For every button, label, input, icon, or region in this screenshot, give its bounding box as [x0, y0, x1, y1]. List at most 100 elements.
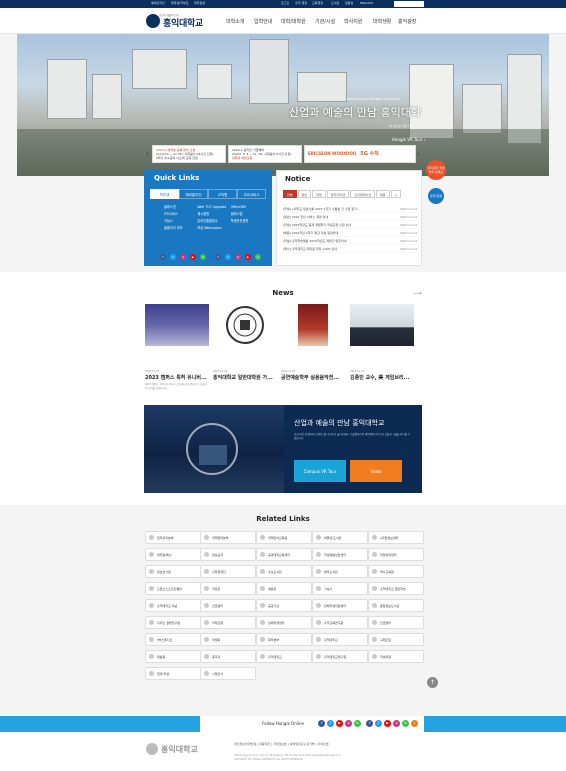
- notice-banner[interactable]: ERICSSON WOOXOOO 5G 수칙: [304, 145, 416, 163]
- topbar-link[interactable]: ENGLISH: [360, 1, 373, 5]
- notice-banner[interactable]: 2023-2 온라인 기업체와 (2023. 9. 4 ~ 11. 30. 사회…: [228, 145, 302, 163]
- quick-link[interactable]: ITS서비스: [164, 211, 197, 218]
- topbar-search-input[interactable]: [394, 1, 424, 7]
- scroll-to-top-icon[interactable]: ↑: [427, 677, 438, 688]
- related-link-button[interactable]: 대학원/특수: [145, 548, 201, 561]
- related-link-button[interactable]: 장애학생센터: [256, 616, 312, 629]
- related-link-button[interactable]: 홍익대학교 열린학습: [368, 582, 424, 595]
- related-link-button[interactable]: 홍익대학교: [256, 650, 312, 663]
- twitter-icon[interactable]: t: [225, 254, 231, 260]
- related-link-button[interactable]: 홍익대학교 이념: [145, 599, 201, 612]
- related-link-button[interactable]: 정보전산원: [145, 565, 201, 578]
- topbar-link[interactable]: 재학생/학부모: [171, 1, 189, 5]
- related-link-button[interactable]: 학업성취센터: [368, 548, 424, 561]
- news-card[interactable]: 2023.11.27 2023 캠퍼스 특허 유니버... 2023 캠퍼스 특…: [145, 304, 209, 391]
- topbar-link[interactable]: 홍익 계정: [295, 1, 307, 5]
- quick-link[interactable]: 홈페이지 공모: [164, 225, 197, 232]
- video-button[interactable]: Video: [350, 460, 402, 482]
- nav-about[interactable]: 대학소개: [226, 18, 244, 25]
- related-link-button[interactable]: 홍익대학교연구원: [312, 650, 368, 663]
- quick-link[interactable]: 캠퍼스맵: [231, 211, 264, 218]
- related-link-button[interactable]: 홍보도서관: [256, 565, 312, 578]
- news-more-icon[interactable]: ⟶: [413, 290, 422, 297]
- blog-icon[interactable]: b: [354, 720, 361, 727]
- survey-side-button[interactable]: 우리대학 학생들의 만족도: [426, 160, 446, 180]
- related-link-button[interactable]: 인권센터: [200, 599, 256, 612]
- footer-links[interactable]: 개인정보처리방침 | 이용약관 | 저작권보호 | 이메일무단수집거부 | 사이…: [234, 742, 328, 746]
- nav-facilities[interactable]: 기관/시설: [315, 18, 335, 25]
- youtube-icon[interactable]: ▶: [384, 720, 391, 727]
- notice-item[interactable]: [행사] 홍익대학교 대학원 학위 수여식 안내 2023.11.24: [283, 245, 417, 253]
- topbar-link[interactable]: 예비홍익인: [151, 1, 165, 5]
- related-link-button[interactable]: 산학협력단: [200, 565, 256, 578]
- quick-link[interactable]: Office365: [231, 204, 264, 211]
- quick-link[interactable]: [231, 225, 264, 232]
- related-link-button[interactable]: 학생생활상담센터: [312, 548, 368, 561]
- twitter-icon[interactable]: t: [375, 720, 382, 727]
- related-link-button[interactable]: e학업정보센터: [368, 531, 424, 544]
- notice-more-button[interactable]: +: [390, 190, 402, 198]
- youtube-icon[interactable]: ▶: [245, 254, 251, 260]
- facebook-icon[interactable]: f: [160, 254, 166, 260]
- tab-undergrad[interactable]: 학부생: [150, 189, 179, 199]
- related-link-button[interactable]: 총무과: [200, 650, 256, 663]
- notice-item[interactable]: [학생] 1대학교 일반소통 2023 1학기 소통분 간 수업 참가... 20…: [283, 205, 417, 213]
- quick-link[interactable]: 재시험원: [197, 211, 230, 218]
- related-link-button[interactable]: 박물관/도서관: [312, 531, 368, 544]
- news-card[interactable]: 2023.11.24 홍익대학교 일반대학원 가...: [213, 304, 277, 381]
- related-link-button[interactable]: 인권센터: [368, 616, 424, 629]
- notice-banner[interactable]: 2023-2 예약분 등록 면허 교육 (23.9.20 ~ 11.30 / 사…: [152, 145, 226, 163]
- quick-link[interactable]: 가상시: [164, 218, 197, 225]
- instagram-icon[interactable]: ◎: [235, 254, 241, 260]
- related-link-button[interactable]: 구매조달: [368, 633, 424, 646]
- quick-link[interactable]: 포상 Workspace: [197, 225, 230, 232]
- related-link-button[interactable]: 오픈소스소프트웨어: [145, 582, 201, 595]
- instagram-icon[interactable]: ◎: [180, 254, 186, 260]
- nav-plaza[interactable]: 홍익광장: [398, 18, 416, 25]
- related-link-button[interactable]: 장애학생지원센터: [312, 599, 368, 612]
- related-link-button[interactable]: FM스튜디오: [145, 633, 201, 646]
- twitter-icon[interactable]: t: [170, 254, 176, 260]
- campus-vr-tour-button[interactable]: Campus VR Tour: [294, 460, 346, 482]
- related-link-button[interactable]: 국제협력본부: [200, 531, 256, 544]
- related-link-button[interactable]: 재활용: [145, 650, 201, 663]
- notice-tab-jobs[interactable]: 채용: [375, 190, 390, 198]
- topbar-link[interactable]: 도서관: [331, 1, 339, 5]
- nav-colleges[interactable]: 대학/대학원: [281, 18, 306, 25]
- instagram-icon[interactable]: ◎: [345, 720, 352, 727]
- topbar-link[interactable]: 대학원생: [194, 1, 205, 5]
- related-link-button[interactable]: 생활관: [256, 582, 312, 595]
- nav-campus-life[interactable]: 대학생활: [373, 18, 391, 25]
- related-link-button[interactable]: 입학관리본부: [145, 531, 201, 544]
- topbar-link[interactable]: 열람실: [345, 1, 353, 5]
- quick-link[interactable]: 클래스넷: [164, 204, 197, 211]
- tab-faculty[interactable]: 교직원: [208, 189, 237, 199]
- related-link-button[interactable]: 학생회: [200, 633, 256, 646]
- quick-link[interactable]: Web TUT Upgrade: [197, 204, 230, 211]
- related-link-button[interactable]: 국제교류: [200, 616, 256, 629]
- notice-item[interactable]: [일반] 2024 전산 서비스 개편 안내 2023.11.24: [283, 213, 417, 221]
- related-link-button[interactable]: 홍익대학교: [312, 633, 368, 646]
- topbar-link[interactable]: 로그인: [281, 1, 289, 5]
- notice-tab-general[interactable]: 일반: [297, 190, 312, 198]
- twitter-icon[interactable]: t: [327, 720, 334, 727]
- related-link-button[interactable]: 홍익교육연구원: [312, 616, 368, 629]
- related-link-button[interactable]: 디자인 경영연구원: [145, 616, 201, 629]
- related-link-button[interactable]: 기숙사: [312, 582, 368, 595]
- blog-icon[interactable]: b: [255, 254, 261, 260]
- notice-tab-scholarship[interactable]: 장학/학자금: [326, 190, 350, 198]
- rss-icon[interactable]: r: [411, 720, 418, 727]
- university-logo[interactable]: 홍익대학교: [146, 13, 203, 29]
- related-link-button[interactable]: 공과대학교육센터: [256, 548, 312, 561]
- related-link-button[interactable]: 법무도서관: [312, 565, 368, 578]
- related-link-button[interactable]: 직장관: [200, 582, 256, 595]
- quick-link[interactable]: 학생안전생활: [231, 218, 264, 225]
- quick-link[interactable]: 온라인통합접수: [197, 218, 230, 225]
- related-link-button[interactable]: 학생지원: [368, 650, 424, 663]
- nav-academics[interactable]: 학사지원: [344, 18, 362, 25]
- hero-vr-tour-link[interactable]: Hongik VR Tour ›: [392, 137, 425, 142]
- facebook-icon[interactable]: f: [318, 720, 325, 727]
- nav-admission[interactable]: 입학안내: [254, 18, 272, 25]
- related-link-button[interactable]: 국제언어교육원: [256, 531, 312, 544]
- facebook-icon[interactable]: f: [215, 254, 221, 260]
